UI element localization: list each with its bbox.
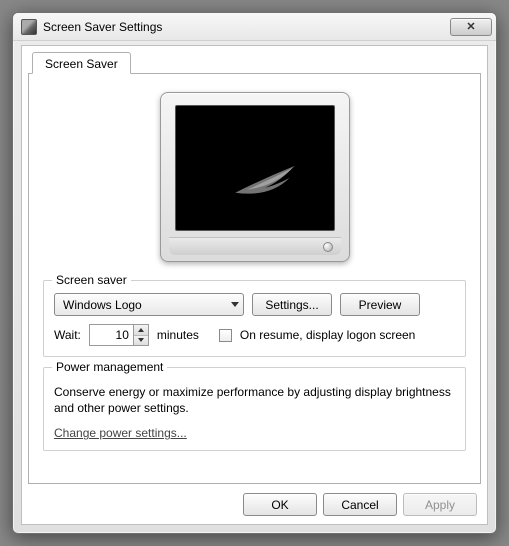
wait-input[interactable]: [89, 324, 133, 346]
triangle-up-icon: [138, 328, 144, 332]
close-button[interactable]: ✕: [450, 18, 492, 36]
tab-panel: Screen saver Windows Logo Settings... Pr…: [28, 73, 481, 484]
ok-button[interactable]: OK: [243, 493, 317, 516]
settings-button[interactable]: Settings...: [252, 293, 332, 316]
screensaver-combo[interactable]: Windows Logo: [54, 293, 244, 316]
ok-button-label: OK: [271, 498, 288, 512]
wait-spin-down[interactable]: [134, 336, 148, 346]
windows-logo-icon: [176, 106, 334, 230]
screensaver-group: Screen saver Windows Logo Settings... Pr…: [43, 280, 466, 357]
cancel-button-label: Cancel: [341, 498, 378, 512]
wait-label: Wait:: [54, 328, 81, 342]
preview-button-label: Preview: [359, 298, 402, 312]
monitor-chin: [169, 237, 341, 255]
preview-monitor: [160, 92, 350, 262]
settings-button-label: Settings...: [265, 298, 318, 312]
preview-screen: [175, 105, 335, 231]
apply-button-label: Apply: [425, 498, 455, 512]
power-group-title: Power management: [52, 360, 167, 374]
resume-label: On resume, display logon screen: [240, 328, 415, 342]
power-description: Conserve energy or maximize performance …: [54, 384, 455, 416]
preview-button[interactable]: Preview: [340, 293, 420, 316]
window-title: Screen Saver Settings: [43, 20, 450, 34]
chevron-down-icon: [231, 302, 239, 307]
wait-spin-up[interactable]: [134, 325, 148, 336]
change-power-settings-link[interactable]: Change power settings...: [54, 426, 187, 440]
apply-button[interactable]: Apply: [403, 493, 477, 516]
triangle-down-icon: [138, 338, 144, 342]
screensaver-combo-value: Windows Logo: [63, 298, 231, 312]
tab-strip: Screen Saver: [32, 52, 131, 74]
client-area: Screen Saver: [21, 45, 488, 525]
resume-checkbox[interactable]: [219, 329, 232, 342]
titlebar[interactable]: Screen Saver Settings ✕: [13, 13, 496, 41]
wait-unit: minutes: [157, 328, 199, 342]
cancel-button[interactable]: Cancel: [323, 493, 397, 516]
preview-monitor-wrap: [43, 92, 466, 262]
dialog-window: Screen Saver Settings ✕ Screen Saver: [12, 12, 497, 534]
app-icon: [21, 19, 37, 35]
monitor-power-icon: [323, 242, 333, 252]
dialog-button-row: OK Cancel Apply: [243, 493, 477, 516]
close-icon: ✕: [466, 20, 475, 33]
screensaver-group-title: Screen saver: [52, 273, 131, 287]
wait-spin-buttons: [133, 324, 149, 346]
power-group: Power management Conserve energy or maxi…: [43, 367, 466, 451]
wait-spinner: [89, 324, 149, 346]
tab-screen-saver[interactable]: Screen Saver: [32, 52, 131, 74]
